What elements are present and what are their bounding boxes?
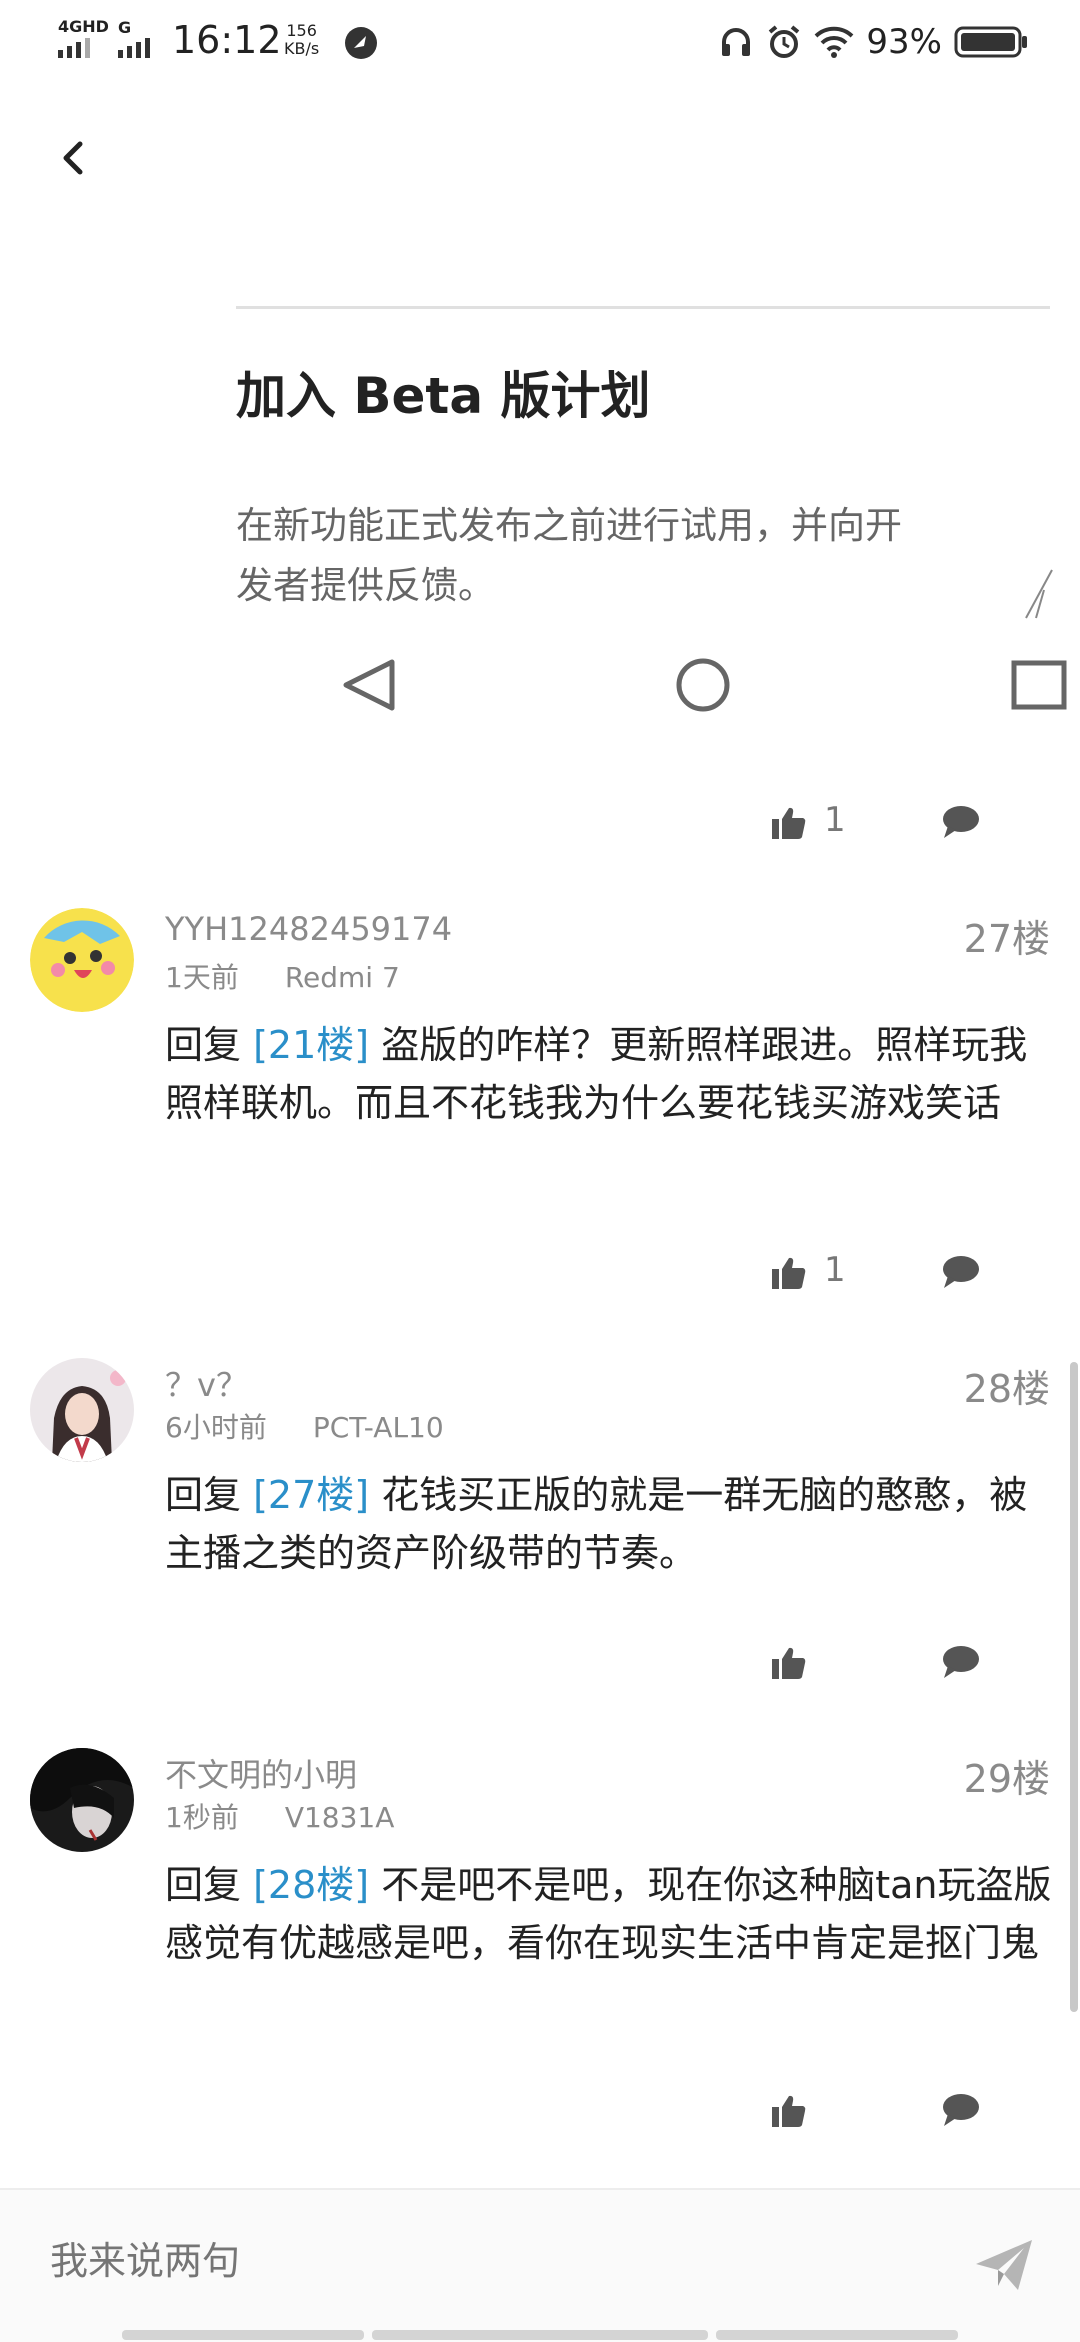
like-icon[interactable] [770,2092,808,2130]
floor-reference-link[interactable]: [28楼] [253,1863,369,1907]
username[interactable]: 不文明的小明 [165,1750,357,1796]
like-count: 1 [824,800,846,840]
device-name: V1831A [284,1801,395,1834]
avatar-dark-icon [30,1748,134,1852]
username[interactable]: YYH12482459174 [165,910,452,948]
device-name: Redmi 7 [284,961,400,994]
comment-icon[interactable] [940,804,980,840]
network-type-2: G [118,18,132,37]
comment-time: 6小时前 [165,1411,267,1444]
battery-icon [954,26,1027,58]
device-name: PCT-AL10 [312,1411,444,1444]
wifi-icon [815,26,854,58]
keyboard-hint-bar [716,2330,958,2340]
signal-icon-2 [118,38,150,58]
embedded-title: 加入 Beta 版计划 [236,367,651,425]
status-bar: 4GHD G 16:12 156 KB/s 93% [0,0,1080,84]
avatar[interactable] [30,1748,134,1852]
avatar[interactable] [30,908,134,1012]
like-count: 1 [824,1250,846,1290]
comment-meta: 1天前 Redmi 7 [165,956,400,996]
avatar-smiley-icon [30,908,134,1012]
comment-icon[interactable] [940,1644,980,1680]
floor-reference-link[interactable]: [21楼] [253,1023,369,1067]
headphones-icon [722,28,751,56]
action-row: 1 [0,800,1080,850]
alarm-icon [769,25,800,58]
status-icons: 93% [718,20,1028,64]
comment-input-bar [0,2188,1080,2342]
keyboard-hint-bar [122,2330,364,2340]
back-icon[interactable] [52,136,96,180]
comment-time: 1秒前 [165,1801,239,1834]
battery-percent: 93% [866,22,942,62]
comment-input[interactable] [48,2240,852,2285]
username[interactable]: ？v？ [165,1360,248,1406]
embedded-description: 在新功能正式发布之前进行试用，并向开发者提供反馈。 [236,504,902,607]
comment-icon[interactable] [940,2092,980,2128]
like-icon[interactable] [770,1644,808,1682]
keyboard-hint-bar [372,2330,708,2340]
floor-number: 29楼 [963,1757,1050,1801]
floor-number: 28楼 [963,1367,1050,1411]
network-speed-unit: KB/s [284,39,320,58]
action-row [0,2088,1080,2138]
action-row [0,1640,1080,1690]
network-speed: 156 KB/s [284,22,319,58]
network-speed-value: 156 [286,21,317,40]
comment-time: 1天前 [165,961,239,994]
reply-prefix: 回复 [165,1023,254,1067]
action-row: 1 [0,1250,1080,1300]
send-icon[interactable] [974,2238,1034,2292]
clock: 16:12 [172,18,282,62]
comment-text: 回复 [28楼] 不是吧不是吧，现在你这种脑tan玩盗版感觉有优越感是吧，看你在… [165,1856,1055,1972]
signal-icon [58,38,90,58]
floor-number: 27楼 [963,917,1050,961]
nav-home-icon [676,658,730,712]
comment-text: 回复 [27楼] 花钱买正版的就是一群无脑的憨憨，被主播之类的资产阶级带的节奏。 [165,1466,1055,1582]
avatar-photo-icon [30,1358,134,1462]
comment-meta: 6小时前 PCT-AL10 [165,1406,444,1446]
reply-prefix: 回复 [165,1863,254,1907]
mode-icon [345,27,377,59]
nav-recent-icon [1011,660,1067,710]
like-icon[interactable] [770,1254,808,1292]
like-icon[interactable] [770,804,808,842]
floor-reference-link[interactable]: [27楼] [253,1473,369,1517]
scrollbar[interactable] [1070,1362,1078,2012]
comment-text: 回复 [21楼] 盗版的咋样？更新照样跟进。照样玩我照样联机。而且不花钱我为什么… [165,1016,1055,1132]
partial-icon [1025,569,1053,619]
divider [236,306,1050,309]
network-type: 4GHD [58,17,109,36]
reply-prefix: 回复 [165,1473,254,1517]
nav-back-icon [343,659,395,711]
comment-meta: 1秒前 V1831A [165,1796,394,1836]
comment-icon[interactable] [940,1254,980,1290]
embedded-nav-bar [343,658,1067,712]
avatar[interactable] [30,1358,134,1462]
